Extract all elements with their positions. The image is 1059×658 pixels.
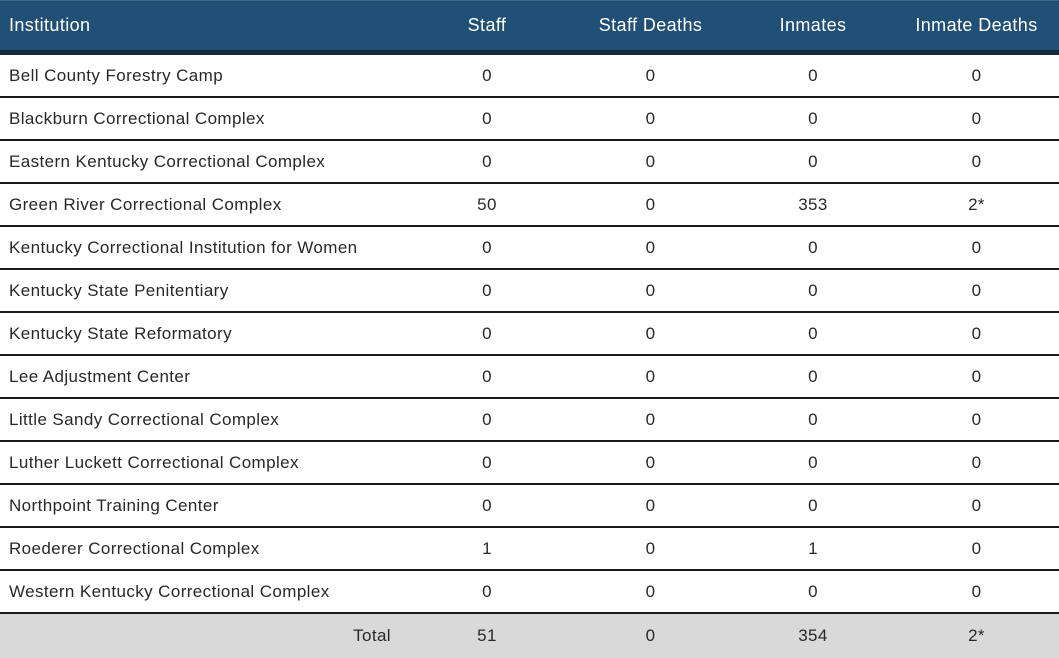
institution-cell: Western Kentucky Correctional Complex — [0, 582, 405, 602]
column-header-institution: Institution — [0, 15, 405, 36]
staff-cell: 0 — [405, 453, 569, 473]
column-header-inmates: Inmates — [732, 15, 894, 36]
inmates-cell: 0 — [732, 238, 894, 258]
inmate-deaths-cell: 2* — [894, 195, 1059, 215]
inmates-cell: 0 — [732, 109, 894, 129]
inmates-cell: 0 — [732, 453, 894, 473]
staff-cell: 0 — [405, 324, 569, 344]
inmates-cell: 0 — [732, 410, 894, 430]
staff-deaths-cell: 0 — [569, 582, 732, 602]
total-label: Total — [0, 626, 405, 646]
staff-deaths-cell: 0 — [569, 109, 732, 129]
staff-cell: 0 — [405, 152, 569, 172]
inmate-deaths-cell: 0 — [894, 66, 1059, 86]
institution-cell: Kentucky State Penitentiary — [0, 281, 405, 301]
inmate-deaths-cell: 0 — [894, 539, 1059, 559]
table-row: Luther Luckett Correctional Complex 0 0 … — [0, 442, 1059, 485]
inmates-cell: 0 — [732, 496, 894, 516]
inmate-deaths-cell: 0 — [894, 324, 1059, 344]
total-inmate-deaths-cell: 2* — [894, 626, 1059, 646]
staff-deaths-cell: 0 — [569, 539, 732, 559]
column-header-inmate-deaths: Inmate Deaths — [894, 15, 1059, 36]
institution-cell: Bell County Forestry Camp — [0, 66, 405, 86]
table-row: Kentucky State Reformatory 0 0 0 0 — [0, 313, 1059, 356]
staff-cell: 0 — [405, 66, 569, 86]
total-inmates-cell: 354 — [732, 626, 894, 646]
column-header-staff-deaths: Staff Deaths — [569, 15, 732, 36]
inmates-cell: 1 — [732, 539, 894, 559]
staff-cell: 0 — [405, 238, 569, 258]
institution-cell: Roederer Correctional Complex — [0, 539, 405, 559]
staff-deaths-cell: 0 — [569, 496, 732, 516]
institution-cell: Kentucky State Reformatory — [0, 324, 405, 344]
table-row: Kentucky State Penitentiary 0 0 0 0 — [0, 270, 1059, 313]
institution-cell: Lee Adjustment Center — [0, 367, 405, 387]
table-row: Bell County Forestry Camp 0 0 0 0 — [0, 55, 1059, 98]
staff-deaths-cell: 0 — [569, 453, 732, 473]
inmates-cell: 353 — [732, 195, 894, 215]
inmates-cell: 0 — [732, 582, 894, 602]
table-row: Little Sandy Correctional Complex 0 0 0 … — [0, 399, 1059, 442]
total-staff-deaths-cell: 0 — [569, 626, 732, 646]
table-row: Blackburn Correctional Complex 0 0 0 0 — [0, 98, 1059, 141]
institution-cell: Little Sandy Correctional Complex — [0, 410, 405, 430]
inmates-cell: 0 — [732, 152, 894, 172]
staff-cell: 0 — [405, 281, 569, 301]
staff-deaths-cell: 0 — [569, 66, 732, 86]
inmate-deaths-cell: 0 — [894, 410, 1059, 430]
total-row: Total 51 0 354 2* — [0, 614, 1059, 658]
staff-cell: 0 — [405, 496, 569, 516]
table-row: Lee Adjustment Center 0 0 0 0 — [0, 356, 1059, 399]
inmate-deaths-cell: 0 — [894, 453, 1059, 473]
total-staff-cell: 51 — [405, 626, 569, 646]
table-header-row: Institution Staff Staff Deaths Inmates I… — [0, 0, 1059, 55]
staff-cell: 0 — [405, 410, 569, 430]
table-row: Eastern Kentucky Correctional Complex 0 … — [0, 141, 1059, 184]
inmates-cell: 0 — [732, 324, 894, 344]
inmate-deaths-cell: 0 — [894, 496, 1059, 516]
staff-deaths-cell: 0 — [569, 195, 732, 215]
staff-cell: 0 — [405, 367, 569, 387]
staff-cell: 1 — [405, 539, 569, 559]
staff-cell: 50 — [405, 195, 569, 215]
table-row: Kentucky Correctional Institution for Wo… — [0, 227, 1059, 270]
institutions-table: Institution Staff Staff Deaths Inmates I… — [0, 0, 1059, 658]
institution-cell: Eastern Kentucky Correctional Complex — [0, 152, 405, 172]
staff-deaths-cell: 0 — [569, 238, 732, 258]
table-row: Green River Correctional Complex 50 0 35… — [0, 184, 1059, 227]
staff-deaths-cell: 0 — [569, 281, 732, 301]
institution-cell: Kentucky Correctional Institution for Wo… — [0, 238, 405, 258]
inmate-deaths-cell: 0 — [894, 281, 1059, 301]
staff-deaths-cell: 0 — [569, 410, 732, 430]
inmates-cell: 0 — [732, 281, 894, 301]
staff-cell: 0 — [405, 109, 569, 129]
institution-cell: Blackburn Correctional Complex — [0, 109, 405, 129]
inmate-deaths-cell: 0 — [894, 109, 1059, 129]
table-row: Western Kentucky Correctional Complex 0 … — [0, 571, 1059, 614]
table-row: Northpoint Training Center 0 0 0 0 — [0, 485, 1059, 528]
institution-cell: Northpoint Training Center — [0, 496, 405, 516]
inmate-deaths-cell: 0 — [894, 367, 1059, 387]
institution-cell: Luther Luckett Correctional Complex — [0, 453, 405, 473]
staff-deaths-cell: 0 — [569, 367, 732, 387]
staff-deaths-cell: 0 — [569, 152, 732, 172]
inmate-deaths-cell: 0 — [894, 582, 1059, 602]
institution-cell: Green River Correctional Complex — [0, 195, 405, 215]
inmate-deaths-cell: 0 — [894, 238, 1059, 258]
staff-cell: 0 — [405, 582, 569, 602]
inmates-cell: 0 — [732, 66, 894, 86]
inmate-deaths-cell: 0 — [894, 152, 1059, 172]
column-header-staff: Staff — [405, 15, 569, 36]
table-row: Roederer Correctional Complex 1 0 1 0 — [0, 528, 1059, 571]
staff-deaths-cell: 0 — [569, 324, 732, 344]
inmates-cell: 0 — [732, 367, 894, 387]
